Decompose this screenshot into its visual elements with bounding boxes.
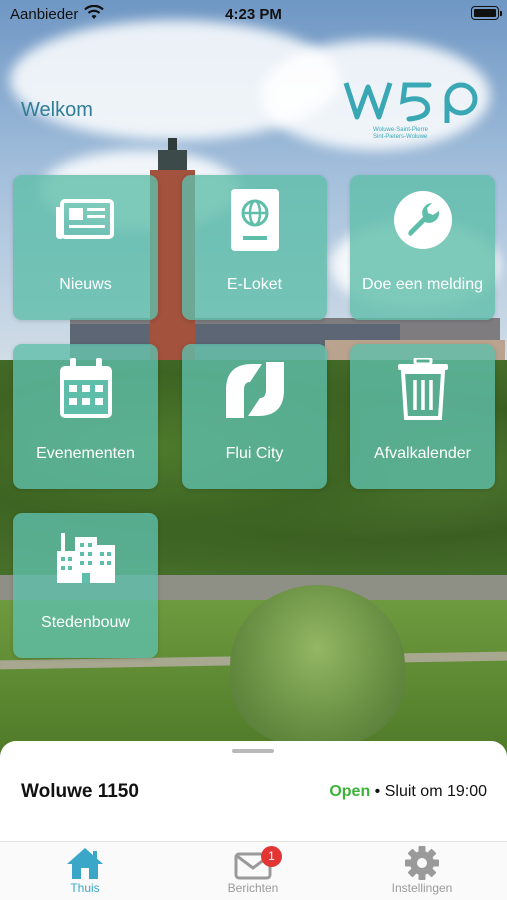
status-bar: Aanbieder 4:23 PM <box>0 0 507 28</box>
tile-e-loket[interactable]: E-Loket <box>182 175 327 320</box>
home-icon <box>67 848 103 879</box>
tile-label: Doe een melding <box>362 276 483 293</box>
tile-label: E-Loket <box>226 276 283 293</box>
w5p-logo: Woluwe-Saint-Pierre Sint-Pieters-Woluwe <box>343 77 488 143</box>
tile-label: Evenementen <box>36 445 135 462</box>
wrench-icon <box>393 191 452 249</box>
trash-icon <box>397 358 448 420</box>
gear-icon <box>405 846 439 880</box>
logo-subtitle-nl: Sint-Pieters-Woluwe <box>373 134 428 140</box>
tab-instellingen[interactable]: Instellingen <box>362 846 482 895</box>
passport-icon <box>230 189 279 251</box>
unread-badge: 1 <box>261 846 282 867</box>
tile-doe-een-melding[interactable]: Doe een melding <box>350 175 495 320</box>
tab-label: Thuis <box>70 881 100 895</box>
tab-label: Berichten <box>227 881 279 895</box>
tile-label: Stedenbouw <box>41 614 130 631</box>
tile-afvalkalender[interactable]: Afvalkalender <box>350 344 495 489</box>
fluicity-icon <box>225 362 284 418</box>
tab-thuis[interactable]: Thuis <box>25 846 145 895</box>
clock: 4:23 PM <box>225 6 282 23</box>
welcome-title: Welkom <box>21 99 93 121</box>
sheet-grabber[interactable] <box>232 749 274 753</box>
newspaper-icon <box>55 199 114 239</box>
tab-label: Instellingen <box>391 881 453 895</box>
tile-label: Afvalkalender <box>374 445 471 462</box>
w5p-logo-mark <box>343 82 478 123</box>
calendar-icon <box>59 358 112 418</box>
tile-label: Nieuws <box>59 276 112 293</box>
logo-subtitle-fr: Woluwe-Saint-Pierre <box>373 127 428 133</box>
location-name: Woluwe 1150 <box>21 781 139 802</box>
tile-stedenbouw[interactable]: Stedenbouw <box>13 513 158 658</box>
tab-bar: Thuis Berichten 1 Instellingen <box>0 841 507 900</box>
tile-nieuws[interactable]: Nieuws <box>13 175 158 320</box>
buildings-icon <box>56 533 115 583</box>
tile-evenementen[interactable]: Evenementen <box>13 344 158 489</box>
tile-label: Flui City <box>225 445 284 462</box>
opening-hours: Open • Sluit om 19:00 <box>329 783 487 801</box>
battery-icon <box>471 6 502 20</box>
open-status: Open <box>329 783 371 800</box>
location-sheet[interactable]: Woluwe 1150 Open • Sluit om 19:00 <box>0 741 507 841</box>
closing-time: • Sluit om 19:00 <box>374 783 487 800</box>
tile-flui-city[interactable]: Flui City <box>182 344 327 489</box>
tab-berichten[interactable]: Berichten 1 <box>193 846 313 895</box>
